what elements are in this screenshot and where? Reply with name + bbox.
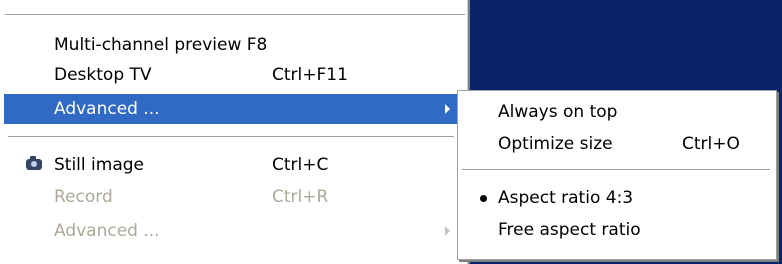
menu-item-label: Always on top: [498, 102, 618, 122]
menu-separator: [8, 136, 454, 138]
menu-item-advanced-disabled: Advanced ...: [4, 216, 462, 246]
submenu-arrow-icon: [445, 104, 450, 114]
menu-item-label: Optimize size: [498, 134, 613, 154]
camera-icon: [26, 156, 42, 170]
menu-item-shortcut: Ctrl+O: [682, 134, 740, 154]
menu-item-shortcut: Ctrl+C: [272, 155, 329, 175]
menu-item-label: Still image: [54, 155, 144, 175]
submenu-item-always-on-top[interactable]: Always on top: [460, 97, 772, 127]
submenu-item-aspect-ratio-4-3[interactable]: Aspect ratio 4:3: [460, 183, 772, 213]
menu-item-still-image[interactable]: Still image Ctrl+C: [4, 150, 462, 180]
menu-item-label: Multi-channel preview F8: [54, 35, 268, 55]
menu-item-label: Advanced ...: [54, 99, 160, 119]
context-menu: Multi-channel preview F8 Desktop TV Ctrl…: [0, 0, 470, 264]
menu-item-desktop-tv[interactable]: Desktop TV Ctrl+F11: [4, 60, 462, 90]
advanced-submenu: Always on top Optimize size Ctrl+O Aspec…: [457, 90, 777, 260]
radio-bullet-icon: [480, 195, 487, 202]
submenu-item-optimize-size[interactable]: Optimize size Ctrl+O: [460, 129, 772, 159]
menu-item-shortcut: Ctrl+F11: [272, 65, 348, 85]
menu-item-multi-channel-preview[interactable]: Multi-channel preview F8: [4, 30, 462, 60]
menu-item-label: Free aspect ratio: [498, 220, 641, 240]
menu-item-label: Desktop TV: [54, 65, 152, 85]
menu-item-shortcut: Ctrl+R: [272, 187, 329, 207]
menu-item-record: Record Ctrl+R: [4, 182, 462, 212]
menu-item-label: Aspect ratio 4:3: [498, 188, 634, 208]
submenu-item-free-aspect-ratio[interactable]: Free aspect ratio: [460, 215, 772, 245]
menu-separator: [5, 14, 465, 16]
menu-separator: [462, 169, 770, 171]
menu-item-advanced[interactable]: Advanced ...: [4, 94, 462, 124]
submenu-arrow-icon: [445, 226, 450, 236]
menu-item-label: Record: [54, 187, 113, 207]
menu-item-label: Advanced ...: [54, 221, 160, 241]
